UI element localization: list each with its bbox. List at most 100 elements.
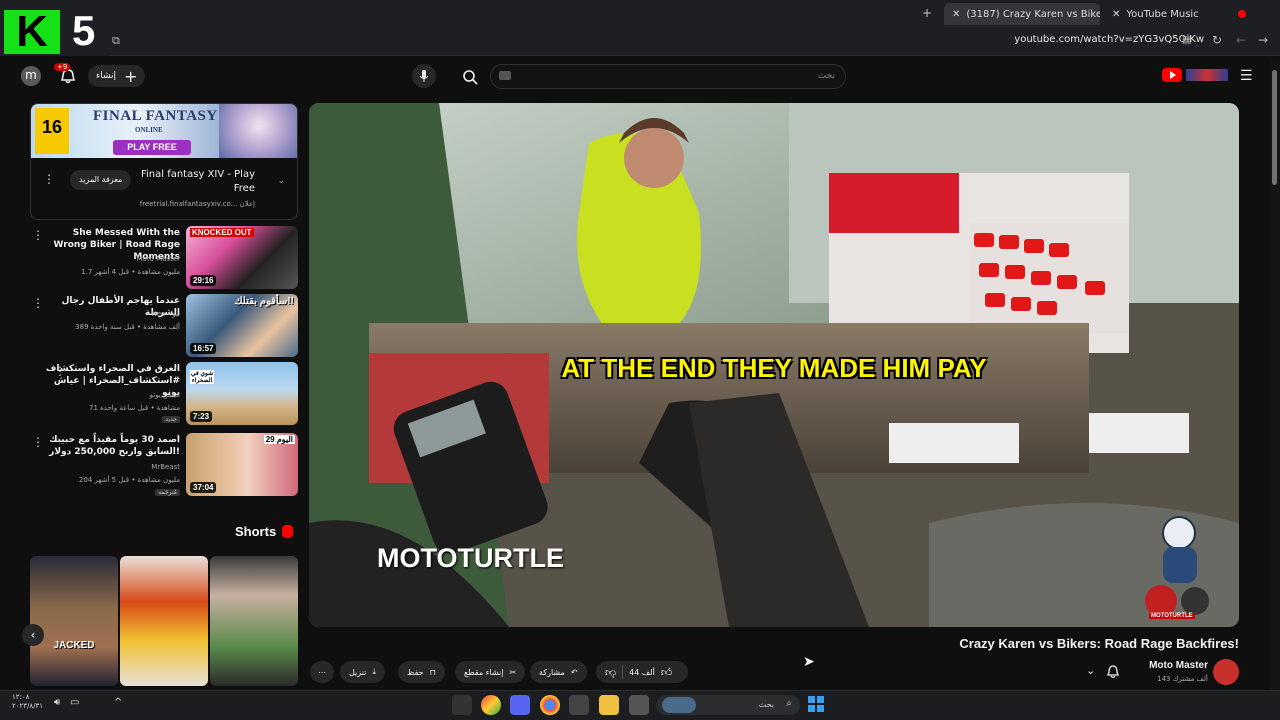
notifications-button[interactable]: +9 [54, 63, 78, 86]
chrome-active-icon[interactable] [540, 695, 560, 715]
channel-name[interactable]: Neo - نيو [152, 310, 181, 318]
new-tab-icon[interactable]: + [922, 6, 932, 20]
channel-avatar[interactable] [1213, 659, 1239, 685]
ad-link[interactable]: freetrial.finalfantasyxiv.co... إعلان [140, 200, 255, 208]
forward-icon[interactable]: → [1258, 33, 1268, 47]
more-options-icon[interactable]: ⋮ [32, 296, 44, 310]
more-horizontal-icon: ⋯ [318, 667, 326, 677]
more-actions-button[interactable]: ⋯ [310, 661, 334, 683]
shorts-logo-icon [282, 525, 294, 538]
duration-badge: 16:57 [190, 343, 217, 354]
short-item[interactable]: JACKED [30, 556, 118, 686]
like-icon[interactable]: 👍︎ [661, 666, 673, 679]
dislike-icon[interactable]: 👎︎ [605, 666, 616, 679]
app-icon-1[interactable] [452, 695, 472, 715]
more-options-icon[interactable]: ⋮ [32, 435, 44, 449]
ad-banner-subtitle: ONLINE [135, 126, 163, 134]
ad-play-free-button[interactable]: PLAY FREE [113, 140, 191, 155]
clip-button[interactable]: إنشاء مقطع ✂ [455, 661, 526, 683]
channel-name[interactable]: عياش يونو [150, 391, 180, 399]
taskbar-search[interactable]: بحث ⌕ [656, 695, 800, 715]
channel-name[interactable]: MrBeast [151, 463, 180, 471]
ad-banner-image[interactable]: 16 FINAL FANTASY XIV ONLINE PLAY FREE [31, 104, 297, 158]
like-count: 44 ألف [629, 667, 655, 677]
video-thumbnail[interactable]: شوي في الصحراء 7:23 [186, 362, 298, 425]
menu-icon[interactable]: ☰ [1240, 68, 1253, 84]
reload-icon[interactable]: ↻ [1212, 33, 1222, 47]
video-meta: 389 ألف مشاهدة • قبل سنة واحدة [75, 323, 180, 331]
browser-tab-bar: ✕ (3187) Crazy Karen vs Bikers: R ✕ YouT… [0, 0, 1280, 28]
scissors-icon: ✂ [509, 667, 517, 677]
thumbnail-text: سأقوم بقتلك!! [234, 296, 294, 307]
thumbnail-text: KNOCKED OUT [190, 228, 254, 237]
window-icon[interactable]: ⧉ [112, 34, 120, 48]
search-placeholder: بحث [817, 71, 835, 81]
discord-icon[interactable] [510, 695, 530, 715]
start-button[interactable] [808, 696, 824, 712]
short-item[interactable] [120, 556, 208, 686]
shorts-prev-button[interactable]: ‹ [22, 624, 44, 646]
youtube-logo-icon[interactable] [1162, 68, 1182, 82]
download-button[interactable]: تنزيل ⤓ [340, 661, 385, 683]
keyboard-icon[interactable] [499, 71, 511, 80]
tray-expand-icon[interactable]: ^ [114, 697, 122, 708]
task-view-icon[interactable] [629, 695, 649, 715]
channel-mascot-image: MOTOTURTLE [1141, 513, 1213, 623]
file-explorer-icon[interactable] [599, 695, 619, 715]
k5-letter: K [4, 10, 60, 54]
list-item[interactable]: اليوم 29 37:04 اصمد 30 يوماً مقيداً مع ح… [30, 433, 298, 497]
subscription-bell-button[interactable] [1105, 664, 1121, 684]
chrome-icon[interactable] [481, 695, 501, 715]
tab-close-icon[interactable]: ✕ [952, 9, 960, 20]
channel-name[interactable]: Moto Master [137, 255, 180, 263]
more-options-icon[interactable]: ⋮ [54, 364, 66, 378]
ad-options-icon[interactable]: ⋮ [43, 172, 55, 186]
list-item[interactable]: سأقوم بقتلك!! 16:57 عندما يهاجم الأطفال … [30, 294, 298, 358]
system-clock[interactable]: ١٢:٠٨ ٢٠٢٣/٨/٣١ [12, 693, 43, 711]
video-thumbnail[interactable]: KNOCKED OUT 29:16 [186, 226, 298, 289]
video-meta: 71 مشاهدة • قبل ساعة واحدة [88, 404, 180, 412]
ad-learn-more-button[interactable]: معرفة المزيد [70, 170, 132, 190]
channel-name-main[interactable]: Moto Master [1149, 660, 1208, 671]
search-button[interactable] [452, 64, 488, 89]
list-item[interactable]: KNOCKED OUT 29:16 She Messed With the Wr… [30, 226, 298, 290]
tab-search-icon[interactable]: ▤ [1182, 35, 1191, 46]
video-thumbnail[interactable]: اليوم 29 37:04 [186, 433, 298, 496]
search-input[interactable]: بحث [490, 64, 846, 89]
list-item[interactable]: شوي في الصحراء 7:23 الغرق في الصحراء واس… [30, 362, 298, 426]
short-item[interactable] [210, 556, 298, 686]
video-title[interactable]: اصمد 30 يوماً مقيداً مع حبيبك السابق وار… [40, 434, 180, 458]
video-player[interactable]: AT THE END THEY MADE HIM PAY MOTOTURTLE … [309, 103, 1239, 627]
url-field[interactable]: youtube.com/watch?v=zYG3vQ5OiKw [1014, 34, 1204, 45]
scrollbar-thumb[interactable] [1272, 70, 1277, 185]
search-icon [463, 69, 478, 85]
sidebar-ad[interactable]: 16 FINAL FANTASY XIV ONLINE PLAY FREE ⋮ … [30, 103, 298, 220]
subscriber-count: 143 ألف مشترك [1157, 675, 1208, 683]
plus-icon: + [124, 66, 138, 86]
create-button[interactable]: إنشاء + [88, 65, 146, 87]
network-icon[interactable]: ▭ [70, 697, 79, 708]
share-label: مشاركة [539, 667, 565, 677]
volume-icon[interactable]: 🔊︎ [54, 697, 60, 708]
k5-logo: K 5 [0, 0, 110, 56]
share-button[interactable]: مشاركة ↶ [530, 661, 587, 683]
tab-close-icon[interactable]: ✕ [1112, 9, 1120, 20]
tab-current-video[interactable]: ✕ (3187) Crazy Karen vs Bikers: R [944, 3, 1100, 25]
country-flag-icon [1186, 69, 1228, 81]
tab-youtube-music[interactable]: ✕ YouTube Music [1104, 3, 1254, 25]
more-options-icon[interactable]: ⋮ [32, 228, 44, 242]
clip-label: إنشاء مقطع [464, 667, 504, 677]
ad-title[interactable]: Final fantasy XIV - Play Free [125, 168, 255, 196]
app-icon-store[interactable] [569, 695, 589, 715]
video-meta: 1.7 مليون مشاهدة • قبل 4 أشهر [81, 268, 180, 276]
save-button[interactable]: حفظ ⊓ [398, 661, 445, 683]
account-avatar[interactable]: m [21, 66, 41, 86]
back-icon[interactable]: ← [1236, 33, 1246, 47]
like-dislike-button[interactable]: 👎︎ 44 ألف 👍︎ [596, 661, 688, 683]
voice-search-button[interactable] [412, 64, 436, 88]
new-badge: جديد [162, 416, 180, 423]
chevron-down-icon[interactable]: ⌄ [1086, 664, 1095, 677]
ad-chevron-icon[interactable]: ⌄ [277, 176, 285, 186]
tab-label: (3187) Crazy Karen vs Bikers: R [966, 8, 1100, 20]
video-thumbnail[interactable]: سأقوم بقتلك!! 16:57 [186, 294, 298, 357]
